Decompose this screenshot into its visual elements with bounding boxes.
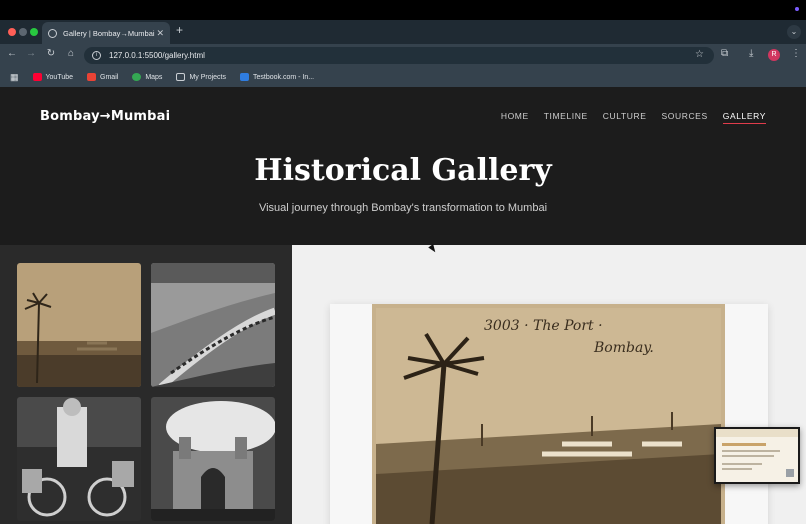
address-bar[interactable]: i 127.0.0.1:5500/gallery.html ☆ bbox=[84, 47, 714, 64]
os-top-strip bbox=[0, 0, 806, 20]
tab-search-icon[interactable]: ⌄ bbox=[787, 25, 801, 39]
extensions-icon[interactable]: ⧉ bbox=[721, 48, 728, 59]
site-info-icon[interactable]: i bbox=[92, 51, 101, 60]
thumbnail-gateway-of-india[interactable] bbox=[151, 397, 275, 521]
site-nav: HOME TIMELINE CULTURE SOURCES GALLERY bbox=[501, 111, 766, 124]
bookmark-maps[interactable]: Maps bbox=[132, 73, 162, 81]
page-subtitle: Visual journey through Bombay's transfor… bbox=[258, 202, 548, 214]
bookmark-testbook[interactable]: Testbook.com - In... bbox=[240, 73, 314, 81]
thumbnail-panel bbox=[0, 245, 292, 524]
bookmark-youtube[interactable]: YouTube bbox=[32, 73, 73, 81]
nav-gallery[interactable]: GALLERY bbox=[722, 111, 766, 124]
port-bombay-photo bbox=[17, 263, 141, 387]
minimize-window-icon[interactable] bbox=[19, 28, 27, 36]
page-title: Historical Gallery bbox=[254, 153, 552, 188]
gateway-of-india-photo bbox=[151, 397, 275, 521]
site-logo[interactable]: Bombay→Mumbai bbox=[40, 109, 170, 124]
screen-share-preview[interactable] bbox=[714, 427, 800, 484]
thumbnail-marine-drive[interactable] bbox=[151, 263, 275, 387]
thumbnail-port-bombay[interactable] bbox=[17, 263, 141, 387]
featured-caption-line1: 3003 · The Port · bbox=[484, 318, 603, 334]
dabbawala-photo bbox=[17, 397, 141, 521]
preview-thumbnail bbox=[716, 429, 798, 482]
address-text: 127.0.0.1:5500/gallery.html bbox=[109, 51, 205, 60]
featured-caption-line2: Bombay. bbox=[593, 340, 654, 356]
profile-avatar[interactable]: R bbox=[768, 49, 780, 61]
bookmark-gmail[interactable]: Gmail bbox=[87, 73, 118, 81]
reload-icon[interactable]: ↻ bbox=[44, 48, 58, 59]
forward-icon[interactable]: → bbox=[24, 48, 38, 59]
close-window-icon[interactable] bbox=[8, 28, 16, 36]
status-dot-icon bbox=[795, 7, 799, 11]
nav-home[interactable]: HOME bbox=[501, 111, 529, 124]
nav-sources[interactable]: SOURCES bbox=[661, 111, 707, 124]
download-icon[interactable]: ⤓ bbox=[749, 48, 753, 59]
maximize-window-icon[interactable] bbox=[30, 28, 38, 36]
web-page: Bombay→Mumbai HOME TIMELINE CULTURE SOUR… bbox=[0, 87, 806, 524]
testbook-icon bbox=[240, 73, 249, 81]
nav-timeline[interactable]: TIMELINE bbox=[544, 111, 588, 124]
globe-icon bbox=[48, 28, 57, 38]
close-tab-icon[interactable]: ✕ bbox=[156, 28, 164, 39]
bookmark-star-icon[interactable]: ☆ bbox=[695, 49, 704, 60]
home-icon[interactable]: ⌂ bbox=[64, 48, 78, 59]
thumbnail-dabbawala[interactable] bbox=[17, 397, 141, 521]
browser-tab[interactable]: Gallery | Bombay→Mumbai ✕ bbox=[42, 22, 170, 44]
bookmarks-bar: ▦ YouTube Gmail Maps My Projects Testboo… bbox=[0, 67, 806, 87]
marine-drive-photo bbox=[151, 263, 275, 387]
youtube-icon bbox=[32, 73, 42, 81]
gmail-icon bbox=[87, 73, 97, 81]
apps-icon[interactable]: ▦ bbox=[10, 72, 19, 83]
tab-title: Gallery | Bombay→Mumbai bbox=[63, 28, 155, 38]
featured-image[interactable]: 3003 · The Port · Bombay. bbox=[372, 304, 725, 524]
new-tab-button[interactable]: + bbox=[176, 23, 183, 37]
back-icon[interactable]: ← bbox=[5, 48, 19, 59]
folder-icon bbox=[176, 73, 186, 81]
bookmark-my-projects[interactable]: My Projects bbox=[176, 73, 226, 81]
menu-icon[interactable]: ⋮ bbox=[791, 48, 801, 59]
nav-culture[interactable]: CULTURE bbox=[603, 111, 647, 124]
maps-icon bbox=[132, 73, 142, 81]
featured-port-photo: 3003 · The Port · Bombay. bbox=[372, 304, 725, 524]
